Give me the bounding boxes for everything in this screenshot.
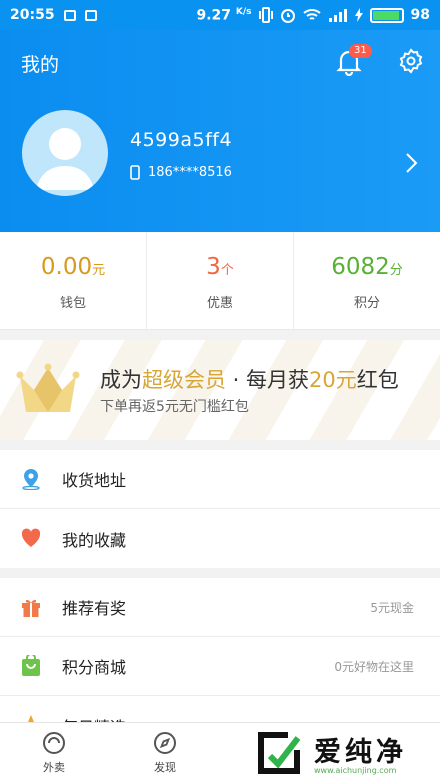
phone-number: 186****8516 [148,165,232,180]
notification-badge: 31 [349,44,372,58]
image-icon [84,9,97,21]
points-stat[interactable]: 6082分 积分 [294,232,440,329]
points-label: 积分 [353,296,380,311]
takeout-icon [43,732,65,754]
user-placeholder-icon [36,128,94,190]
signal-icon [328,9,347,22]
location-pin-icon [22,469,40,490]
phone-row: 186****8516 [130,165,232,180]
menu-item-points-mall[interactable]: 积分商城 0元好物在这里 [0,637,440,696]
coupons-label: 优惠 [206,296,233,311]
menu-item-label: 推荐有奖 [62,599,127,618]
vip-title: 成为超级会员 · 每月获20元红包 [100,368,399,392]
chevron-right-icon[interactable] [404,152,418,174]
coupons-stat[interactable]: 3个 优惠 [147,232,294,329]
watermark-text: 爱纯净 [314,737,407,768]
menu-item-label: 积分商城 [62,658,127,677]
wallet-label: 钱包 [59,296,86,311]
heart-icon [21,528,41,547]
tab-discover[interactable]: 发现 [135,731,195,775]
wifi-icon [302,9,321,20]
wallet-unit: 元 [92,263,106,278]
menu-item-referral[interactable]: 推荐有奖 5元现金 [0,578,440,637]
menu-item-favorites[interactable]: 我的收藏 [0,509,440,568]
wallet-value: 0.00 [40,254,93,280]
watermark-url: www.aichunjing.com [314,766,397,775]
vip-subtitle: 下单再返5元无门槛红包 [100,399,249,415]
coupons-value: 3 [206,254,221,280]
notification-button[interactable]: 31 [336,44,372,77]
wallet-stat[interactable]: 0.00元 钱包 [0,232,147,329]
menu-item-label: 收货地址 [62,471,127,490]
menu-item-address[interactable]: 收货地址 [0,450,440,509]
menu-item-extra: 5元现金 [370,600,414,615]
settings-button[interactable] [398,48,424,74]
status-time: 20:55 [10,7,55,23]
page-title: 我的 [21,54,60,76]
tab-label: 外卖 [43,761,65,774]
status-bar: 20:55 9.27 K/s 98 [0,0,440,30]
stats-row: 0.00元 钱包 3个 优惠 6082分 积分 [0,232,440,330]
points-value: 6082 [331,254,390,280]
watermark: 爱纯净 www.aichunjing.com [248,726,436,780]
compass-icon [154,732,176,754]
gear-icon [399,48,423,74]
points-unit: 分 [389,263,403,278]
vip-banner[interactable]: 成为超级会员 · 每月获20元红包 下单再返5元无门槛红包 [0,340,440,440]
crown-icon [16,363,80,412]
charging-icon [354,8,363,22]
profile-header: 我的 31 4599a5ff4 186****8516 [0,30,440,232]
coupons-unit: 个 [220,263,234,278]
tab-takeout[interactable]: 外卖 [24,731,84,775]
alarm-icon [280,9,295,23]
avatar[interactable] [22,110,108,196]
network-speed: 9.27 K/s [196,6,252,24]
phone-icon [130,165,140,180]
username[interactable]: 4599a5ff4 [130,129,232,151]
watermark-logo-icon [258,732,301,774]
gift-icon [22,599,40,617]
notification-icon [63,9,76,21]
battery-icon [369,7,404,23]
shopping-bag-icon [22,655,40,676]
menu-item-label: 我的收藏 [62,530,127,550]
vibrate-icon [258,7,273,23]
battery-level: 98 [410,7,430,23]
tab-label: 发现 [154,761,176,774]
menu-item-extra: 0元好物在这里 [334,659,414,674]
menu-group-1: 收货地址 我的收藏 [0,450,440,568]
